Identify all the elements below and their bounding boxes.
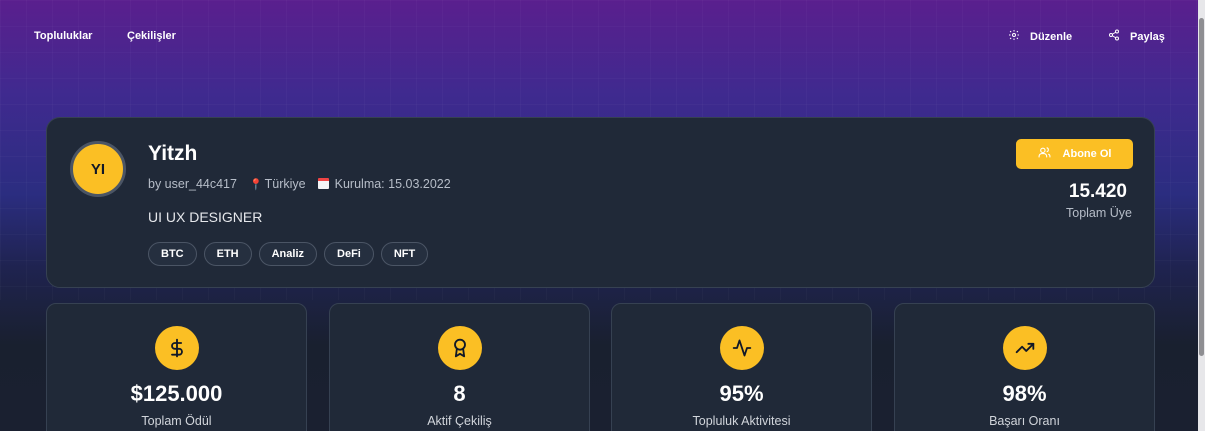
founded-date: Kurulma: 15.03.2022 (317, 177, 451, 191)
tag-list: BTC ETH Analiz DeFi NFT (148, 242, 429, 266)
tag-btc[interactable]: BTC (148, 242, 197, 266)
stat-value: $125.000 (130, 381, 223, 406)
community-bio: UI UX DESIGNER (148, 209, 263, 225)
nav-link-giveaways[interactable]: Çekilişler (127, 30, 176, 42)
pin-icon: 📍 (248, 179, 263, 191)
avatar: YI (70, 141, 126, 197)
activity-icon (719, 326, 764, 370)
stat-label: Topluluk Aktivitesi (692, 414, 791, 428)
owner-username: by user_44c417 (148, 177, 237, 191)
users-icon (1038, 146, 1051, 162)
founded-text: Kurulma: 15.03.2022 (334, 177, 451, 191)
tag-analiz[interactable]: Analiz (258, 242, 318, 266)
stat-value: 8 (453, 381, 466, 406)
scrollbar[interactable] (1198, 0, 1205, 431)
stat-label: Aktif Çekiliş (427, 414, 492, 428)
gear-icon (1008, 29, 1020, 44)
profile-meta: by user_44c417 📍 Türkiye Kurulma: 15.03.2… (148, 177, 451, 191)
stat-label: Başarı Oranı (989, 414, 1060, 428)
tag-defi[interactable]: DeFi (324, 242, 374, 266)
tag-nft[interactable]: NFT (380, 242, 429, 266)
share-label: Paylaş (1130, 30, 1165, 43)
share-button[interactable]: Paylaş (1108, 29, 1165, 44)
stat-card-total-reward: $125.000 Toplam Ödül (46, 303, 307, 431)
tag-eth[interactable]: ETH (203, 242, 252, 266)
location-text: Türkiye (264, 177, 306, 191)
stat-card-community-activity: 95% Topluluk Aktivitesi (611, 303, 872, 431)
edit-button[interactable]: Düzenle (1008, 29, 1072, 44)
edit-label: Düzenle (1030, 30, 1073, 43)
community-profile-card: YI Yitzh by user_44c417 📍 Türkiye Kurulma… (46, 117, 1155, 288)
stat-label: Toplam Ödül (141, 414, 212, 428)
award-icon (437, 326, 482, 370)
community-name: Yitzh (148, 142, 198, 165)
stat-card-success-rate: 98% Başarı Oranı (894, 303, 1155, 431)
top-navigation: Topluluklar Çekilişler Düzenle Paylaş (0, 0, 1198, 72)
members-count: 15.420 (1068, 181, 1127, 202)
nav-link-communities[interactable]: Topluluklar (34, 30, 92, 42)
subscribe-button[interactable]: Abone Ol (1016, 139, 1133, 169)
stat-value: 95% (719, 381, 764, 406)
stat-value: 98% (1002, 381, 1047, 406)
members-label: Toplam Üye (1066, 206, 1132, 220)
calendar-icon (317, 178, 329, 189)
dollar-icon (154, 326, 199, 370)
trending-up-icon (1002, 326, 1047, 370)
subscribe-label: Abone Ol (1062, 148, 1112, 160)
stat-card-active-giveaways: 8 Aktif Çekiliş (329, 303, 590, 431)
location: 📍 Türkiye (249, 177, 306, 191)
scrollbar-thumb[interactable] (1199, 18, 1204, 356)
share-icon (1108, 29, 1120, 44)
